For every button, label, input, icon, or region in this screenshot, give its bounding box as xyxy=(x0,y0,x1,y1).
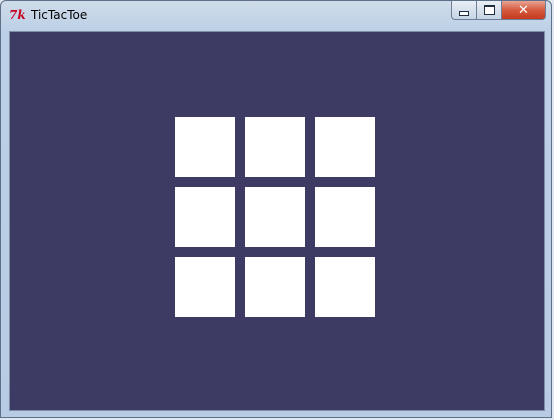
board-cell-r1c1[interactable] xyxy=(175,117,235,177)
board-cell-r2c3[interactable] xyxy=(315,187,375,247)
minimize-icon xyxy=(459,10,469,16)
board-cell-r2c1[interactable] xyxy=(175,187,235,247)
title-bar[interactable]: 7k TicTacToe ✕ xyxy=(1,1,551,31)
board-cell-r3c2[interactable] xyxy=(245,257,305,317)
tictactoe-board xyxy=(175,117,375,317)
board-cell-r3c1[interactable] xyxy=(175,257,235,317)
minimize-button[interactable] xyxy=(451,1,477,20)
close-button[interactable]: ✕ xyxy=(502,1,546,20)
tk-feather-icon: 7k xyxy=(9,8,26,22)
caption-buttons: ✕ xyxy=(451,1,546,21)
game-canvas xyxy=(9,31,545,411)
board-cell-r2c2[interactable] xyxy=(245,187,305,247)
board-cell-r1c3[interactable] xyxy=(315,117,375,177)
board-cell-r3c3[interactable] xyxy=(315,257,375,317)
app-window: 7k TicTacToe ✕ xyxy=(0,0,552,418)
close-icon: ✕ xyxy=(518,2,529,18)
window-title: TicTacToe xyxy=(31,8,88,22)
maximize-icon xyxy=(483,5,495,15)
maximize-button[interactable] xyxy=(477,1,502,20)
board-cell-r1c2[interactable] xyxy=(245,117,305,177)
